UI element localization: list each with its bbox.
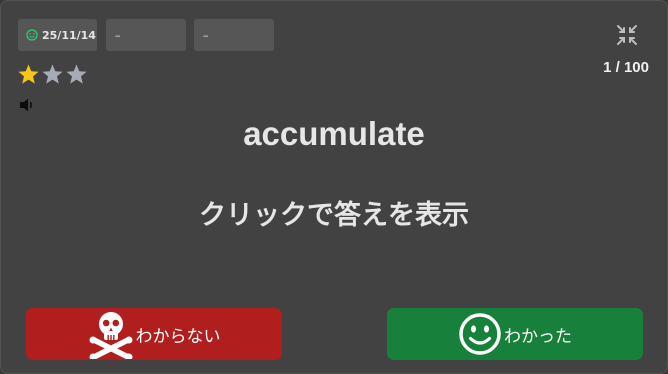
star-rating[interactable] [17, 63, 88, 86]
speaker-icon[interactable] [18, 96, 36, 114]
smile-icon [458, 312, 502, 356]
know-label: わかった [504, 326, 572, 347]
field-a-value: – [115, 28, 121, 42]
dont-know-button[interactable]: わからない [26, 308, 282, 360]
dont-know-label: わからない [135, 326, 221, 347]
compress-icon[interactable] [614, 22, 640, 48]
progress-counter: 1 / 100 [603, 59, 649, 76]
star-icon-empty[interactable] [65, 63, 88, 86]
flashcard: 25/11/14 – – 1 / 100 accumulate クリックで答えを… [0, 0, 668, 374]
field-b[interactable]: – [194, 19, 274, 51]
vocabulary-word: accumulate [243, 115, 425, 152]
date-chip: 25/11/14 [18, 19, 97, 51]
reveal-answer-prompt[interactable]: クリックで答えを表示 [1, 193, 667, 232]
know-button[interactable]: わかった [387, 308, 643, 360]
smile-icon [26, 29, 38, 41]
star-icon-filled[interactable] [17, 63, 40, 86]
star-icon-empty[interactable] [41, 63, 64, 86]
skull-crossbones-icon [88, 309, 134, 359]
date-text: 25/11/14 [42, 28, 96, 42]
field-a[interactable]: – [106, 19, 186, 51]
field-b-value: – [203, 28, 209, 42]
